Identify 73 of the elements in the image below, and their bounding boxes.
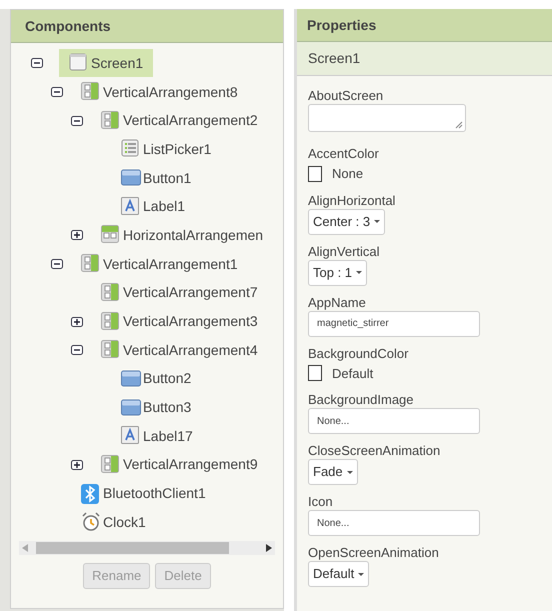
property-label: AboutScreen: [308, 87, 384, 104]
panel-title: Properties: [307, 16, 376, 35]
tree-item[interactable]: VerticalArrangement2: [101, 106, 258, 135]
tree-item[interactable]: Label17: [121, 422, 193, 450]
vertical-layout-icon: [101, 282, 121, 303]
property-label: AlignHorizontal: [308, 192, 396, 208]
property-label: BackgroundImage: [308, 391, 414, 408]
collapse-icon[interactable]: [71, 114, 83, 127]
expand-icon[interactable]: [71, 229, 83, 242]
tree-item[interactable]: Label1: [121, 192, 186, 221]
panel-title: Components: [25, 16, 111, 36]
tree-item[interactable]: Screen1: [59, 49, 154, 78]
collapse-icon[interactable]: [71, 344, 83, 356]
button-icon: [121, 398, 141, 418]
collapse-icon[interactable]: [51, 258, 63, 270]
vertical-layout-icon: [81, 82, 101, 102]
tree-item[interactable]: Button2: [121, 364, 192, 393]
vertical-layout-icon: [101, 454, 121, 475]
caret-icon: [358, 572, 364, 576]
bluetooth-icon: [81, 484, 101, 504]
list-icon: [121, 139, 141, 160]
tree-item[interactable]: VerticalArrangement3: [101, 308, 258, 336]
input-field[interactable]: magnetic_stirrer: [308, 310, 480, 336]
input-field[interactable]: None...: [308, 408, 480, 434]
tree-item[interactable]: ListPicker1: [121, 135, 212, 164]
tree-item[interactable]: VerticalArrangement1: [81, 250, 238, 278]
vertical-layout-icon: [101, 312, 121, 332]
property-label: AlignVertical: [308, 242, 380, 260]
dropdown[interactable]: Center : 3: [308, 208, 386, 234]
property-label: BackgroundColor: [308, 344, 408, 362]
tree-item[interactable]: VerticalArrangement4: [101, 336, 258, 364]
alarm-clock-icon: [81, 512, 101, 532]
collapse-icon[interactable]: [51, 86, 63, 98]
dropdown[interactable]: Fade: [308, 459, 358, 485]
dropdown[interactable]: Default: [308, 561, 370, 587]
property-label: OpenScreenAnimation: [308, 544, 439, 561]
tree-item[interactable]: Button1: [121, 164, 192, 192]
tree-item[interactable]: HorizontalArrangemen: [101, 221, 264, 250]
tree-item[interactable]: Button3: [121, 394, 192, 422]
property-label: AppName: [308, 294, 366, 310]
dropdown[interactable]: Top : 1: [308, 260, 368, 286]
component-name: Screen1: [308, 49, 360, 68]
vertical-layout-icon: [101, 340, 121, 360]
expand-icon[interactable]: [71, 316, 83, 328]
color-swatch[interactable]: [308, 365, 322, 382]
horizontal-scrollbar[interactable]: [19, 540, 275, 555]
input-field[interactable]: None...: [308, 510, 480, 536]
button-icon: [121, 368, 141, 389]
property-label: AccentColor: [308, 145, 379, 162]
vertical-layout-icon: [101, 110, 121, 131]
window-icon: [69, 53, 89, 74]
caret-icon: [356, 271, 362, 274]
text-label-icon: [121, 196, 141, 217]
expand-icon[interactable]: [71, 458, 83, 471]
text-label-icon: [121, 426, 141, 446]
horizontal-layout-icon: [101, 225, 121, 246]
vertical-layout-icon: [81, 254, 101, 274]
resize-grip-icon[interactable]: [455, 121, 463, 129]
tree-item[interactable]: BluetoothClient1: [81, 480, 206, 508]
caret-icon: [374, 220, 380, 223]
color-value[interactable]: None: [332, 164, 364, 184]
caret-icon: [346, 470, 353, 474]
property-label: CloseScreenAnimation: [308, 442, 440, 459]
tree-item[interactable]: VerticalArrangement7: [101, 278, 258, 307]
tree-item[interactable]: VerticalArrangement9: [101, 450, 258, 479]
button-icon: [121, 168, 141, 188]
property-label: Icon: [308, 493, 333, 510]
tree-item[interactable]: Clock1: [81, 508, 146, 536]
color-swatch[interactable]: [308, 166, 322, 182]
scroll-right-icon[interactable]: [266, 544, 272, 552]
color-value[interactable]: Default: [332, 364, 374, 383]
tree-item[interactable]: VerticalArrangement8: [81, 78, 238, 106]
collapse-icon[interactable]: [31, 57, 43, 70]
